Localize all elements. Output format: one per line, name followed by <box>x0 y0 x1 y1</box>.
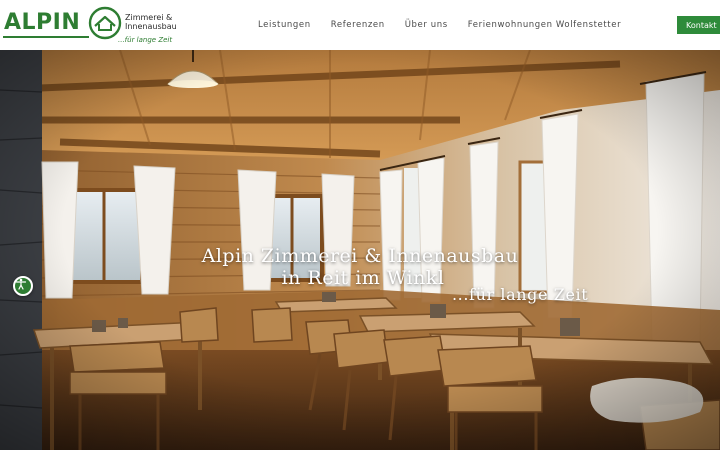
accessibility-button[interactable] <box>13 276 33 296</box>
hero-title-line2: in Reit im Winkl <box>281 267 445 289</box>
site-header: ALPIN Zimmerei & Innenausbau ...für lang… <box>0 0 720 50</box>
nav-item-ferienwohnungen[interactable]: Ferienwohnungen Wolfenstetter <box>468 20 621 30</box>
house-emblem-icon <box>88 6 122 40</box>
logo-wordmark: ALPIN <box>4 10 81 35</box>
hero-subtitle: ...für lange Zeit <box>452 285 589 304</box>
hero-banner: Alpin Zimmerei & Innenausbau in Reit im … <box>0 50 720 450</box>
hero-title: Alpin Zimmerei & Innenausbau in Reit im … <box>0 245 720 289</box>
hero-title-line1: Alpin Zimmerei & Innenausbau <box>201 245 519 267</box>
nav-item-referenzen[interactable]: Referenzen <box>331 20 385 30</box>
logo-company-name: Zimmerei & Innenausbau <box>125 13 185 31</box>
nav-item-leistungen[interactable]: Leistungen <box>258 20 311 30</box>
nav-item-ueber-uns[interactable]: Über uns <box>405 20 448 30</box>
main-nav: Leistungen Referenzen Über uns Ferienwoh… <box>258 0 621 50</box>
site-logo[interactable]: ALPIN Zimmerei & Innenausbau ...für lang… <box>0 4 180 46</box>
logo-name-line1: Zimmerei & <box>125 13 173 22</box>
logo-underline <box>3 36 89 38</box>
logo-tagline: ...für lange Zeit <box>118 36 173 44</box>
contact-button[interactable]: Kontakt <box>677 16 720 34</box>
logo-name-line2: Innenausbau <box>125 22 177 31</box>
accessibility-icon <box>15 278 27 290</box>
